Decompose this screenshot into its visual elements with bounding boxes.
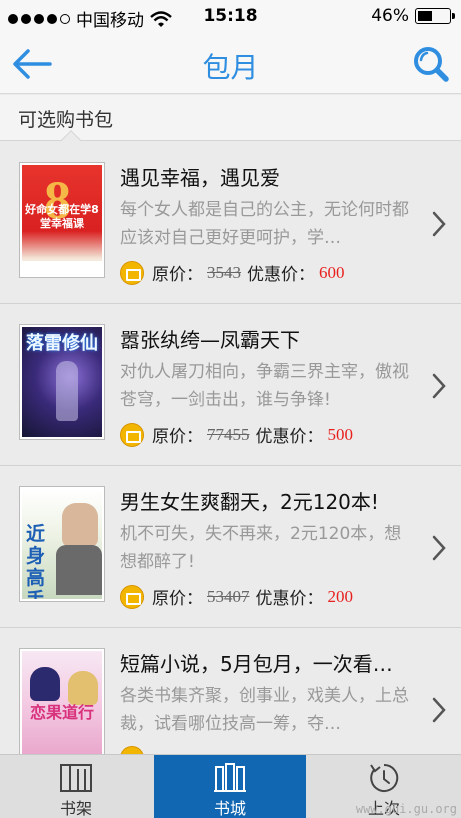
bookshelf-icon xyxy=(60,764,92,792)
chevron-right-icon xyxy=(432,697,446,723)
history-icon xyxy=(370,763,399,792)
book-cover: 落雷修仙 xyxy=(19,324,105,440)
coin-icon xyxy=(120,746,144,754)
cover-text: 落雷修仙 xyxy=(26,333,98,354)
section-header: 可选购书包 xyxy=(0,95,461,150)
sale-price-label: 优惠价： xyxy=(247,265,315,285)
chevron-right-icon xyxy=(432,373,446,399)
book-package-list[interactable]: 8 好命女都在学8堂幸福课 遇见幸福，遇见爱 每个女人都是自己的公主，无论何时都… xyxy=(0,142,461,754)
book-description: 各类书集齐聚，创事业，戏美人，上总裁，试看哪位技高一筹，夺… xyxy=(120,686,409,734)
chevron-right-icon xyxy=(432,211,446,237)
search-icon[interactable] xyxy=(411,42,451,86)
chevron-right-icon xyxy=(432,535,446,561)
list-item[interactable]: 近身高手 男生女生爽翻天，2元120本! 机不可失，失不再来，2元120本，想想… xyxy=(0,466,461,628)
original-price: 77455 xyxy=(207,424,250,444)
tab-bookstore[interactable]: 书城 xyxy=(154,755,306,818)
book-title: 遇见幸福，遇见爱 xyxy=(120,166,280,190)
book-description: 机不可失，失不再来，2元120本，想想都醉了! xyxy=(120,524,402,572)
book-cover: 近身高手 xyxy=(19,486,105,602)
tab-label: 书架 xyxy=(59,799,92,818)
book-cover: 8 好命女都在学8堂幸福课 xyxy=(19,162,105,278)
battery-percent: 46% xyxy=(371,6,409,26)
cover-text: 近身高手 xyxy=(26,523,46,599)
navigation-bar: 包月 xyxy=(0,34,461,94)
original-price-label: 原价： xyxy=(152,589,203,609)
cover-text: 好命女都在学8堂幸福课 xyxy=(25,203,99,230)
watermark: www.gui.gu.org xyxy=(355,802,457,816)
sale-price: 600 xyxy=(319,262,345,282)
list-item[interactable]: 8 好命女都在学8堂幸福课 遇见幸福，遇见爱 每个女人都是自己的公主，无论何时都… xyxy=(0,142,461,304)
sale-price: 500 xyxy=(327,424,354,444)
status-bar: 中国移动 15:18 46% xyxy=(0,0,461,34)
sale-price-label: 优惠价： xyxy=(255,589,324,609)
book-description: 对仇人屠刀相向，争霸三界主宰，傲视苍穹，一剑击出，谁与争锋! xyxy=(120,362,409,410)
sale-price: 200 xyxy=(327,586,354,606)
sale-price-label: 优惠价： xyxy=(255,427,324,447)
page-title: 包月 xyxy=(202,51,259,84)
coin-icon xyxy=(120,260,144,285)
list-item[interactable]: 落雷修仙 嚣张纨绔—凤霸天下 对仇人屠刀相向，争霸三界主宰，傲视苍穹，一剑击出，… xyxy=(0,304,461,466)
status-right: 46% xyxy=(371,6,455,26)
book-title: 嚣张纨绔—凤霸天下 xyxy=(120,328,300,352)
price-row: 原价： 53407 优惠价： 200 xyxy=(120,584,353,609)
original-price-label: 原价： xyxy=(152,427,203,447)
price-row: 原价： 3543 优惠价： 600 xyxy=(120,260,345,285)
battery-icon xyxy=(415,8,455,24)
book-description: 每个女人都是自己的公主，无论何时都应该对自己更好更呵护，学… xyxy=(120,200,409,248)
tab-bar: 书架 书城 上次 www.gui.gu.org xyxy=(0,754,461,818)
price-row: 原价： 77455 优惠价： 500 xyxy=(120,422,353,447)
price-row xyxy=(120,746,152,754)
tab-label: 书城 xyxy=(213,799,246,818)
tab-bookshelf[interactable]: 书架 xyxy=(0,755,152,818)
coin-icon xyxy=(120,584,144,609)
original-price: 53407 xyxy=(207,586,250,606)
original-price: 3543 xyxy=(207,262,241,282)
coin-icon xyxy=(120,422,144,447)
cover-text: 恋果道行 xyxy=(29,703,94,722)
book-title: 短篇小说，5月包月，一次看… xyxy=(120,652,393,676)
original-price-label: 原价： xyxy=(152,265,203,285)
list-item[interactable]: 恋果道行 短篇小说，5月包月，一次看… 各类书集齐聚，创事业，戏美人，上总裁，试… xyxy=(0,628,461,754)
book-cover: 恋果道行 xyxy=(19,648,105,754)
bookstore-icon xyxy=(214,763,246,792)
book-title: 男生女生爽翻天，2元120本! xyxy=(120,490,379,514)
section-label: 可选购书包 xyxy=(18,109,114,131)
